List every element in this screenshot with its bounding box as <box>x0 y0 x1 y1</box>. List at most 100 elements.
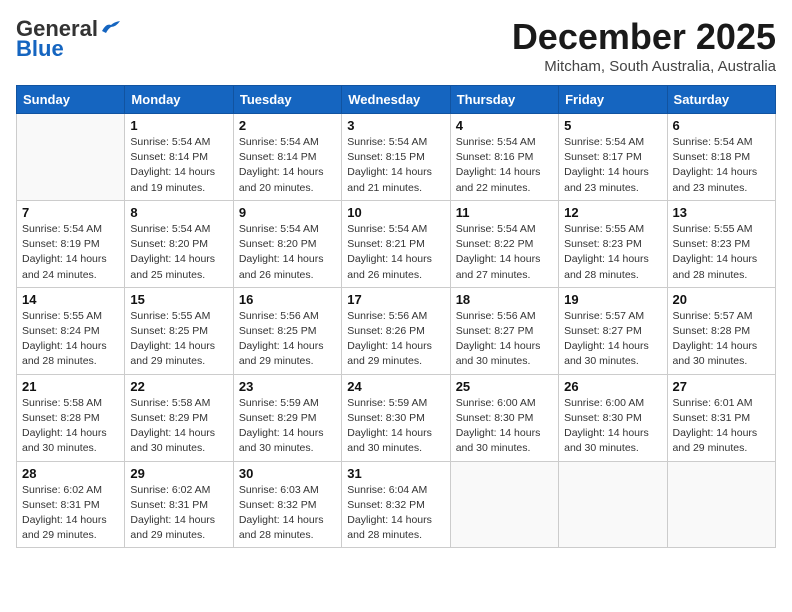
day-number: 8 <box>130 205 227 220</box>
day-number: 13 <box>673 205 770 220</box>
day-info: Sunrise: 5:54 AMSunset: 8:19 PMDaylight:… <box>22 222 119 283</box>
calendar-week-row: 28 Sunrise: 6:02 AMSunset: 8:31 PMDaylig… <box>17 461 776 548</box>
day-info: Sunrise: 5:58 AMSunset: 8:28 PMDaylight:… <box>22 396 119 457</box>
calendar-week-row: 21 Sunrise: 5:58 AMSunset: 8:28 PMDaylig… <box>17 374 776 461</box>
calendar-cell: 19 Sunrise: 5:57 AMSunset: 8:27 PMDaylig… <box>559 287 667 374</box>
day-number: 19 <box>564 292 661 307</box>
calendar-cell: 9 Sunrise: 5:54 AMSunset: 8:20 PMDayligh… <box>233 200 341 287</box>
day-info: Sunrise: 5:55 AMSunset: 8:23 PMDaylight:… <box>673 222 770 283</box>
day-info: Sunrise: 5:57 AMSunset: 8:27 PMDaylight:… <box>564 309 661 370</box>
day-info: Sunrise: 5:56 AMSunset: 8:27 PMDaylight:… <box>456 309 553 370</box>
day-info: Sunrise: 5:55 AMSunset: 8:25 PMDaylight:… <box>130 309 227 370</box>
calendar-cell: 27 Sunrise: 6:01 AMSunset: 8:31 PMDaylig… <box>667 374 775 461</box>
day-number: 4 <box>456 118 553 133</box>
header-saturday: Saturday <box>667 86 775 114</box>
calendar-cell: 5 Sunrise: 5:54 AMSunset: 8:17 PMDayligh… <box>559 114 667 201</box>
day-info: Sunrise: 5:54 AMSunset: 8:15 PMDaylight:… <box>347 135 444 196</box>
calendar-cell: 24 Sunrise: 5:59 AMSunset: 8:30 PMDaylig… <box>342 374 450 461</box>
day-info: Sunrise: 5:54 AMSunset: 8:22 PMDaylight:… <box>456 222 553 283</box>
calendar-cell: 2 Sunrise: 5:54 AMSunset: 8:14 PMDayligh… <box>233 114 341 201</box>
logo: General Blue <box>16 16 122 62</box>
day-info: Sunrise: 5:54 AMSunset: 8:21 PMDaylight:… <box>347 222 444 283</box>
day-number: 17 <box>347 292 444 307</box>
day-info: Sunrise: 6:01 AMSunset: 8:31 PMDaylight:… <box>673 396 770 457</box>
calendar-cell: 26 Sunrise: 6:00 AMSunset: 8:30 PMDaylig… <box>559 374 667 461</box>
header-wednesday: Wednesday <box>342 86 450 114</box>
day-number: 31 <box>347 466 444 481</box>
header-tuesday: Tuesday <box>233 86 341 114</box>
day-info: Sunrise: 5:57 AMSunset: 8:28 PMDaylight:… <box>673 309 770 370</box>
calendar-cell: 29 Sunrise: 6:02 AMSunset: 8:31 PMDaylig… <box>125 461 233 548</box>
logo-blue: Blue <box>16 36 64 62</box>
calendar-week-row: 1 Sunrise: 5:54 AMSunset: 8:14 PMDayligh… <box>17 114 776 201</box>
month-title: December 2025 <box>512 16 776 58</box>
day-number: 6 <box>673 118 770 133</box>
day-number: 22 <box>130 379 227 394</box>
day-number: 26 <box>564 379 661 394</box>
day-number: 7 <box>22 205 119 220</box>
calendar-cell: 21 Sunrise: 5:58 AMSunset: 8:28 PMDaylig… <box>17 374 125 461</box>
calendar-cell: 11 Sunrise: 5:54 AMSunset: 8:22 PMDaylig… <box>450 200 558 287</box>
calendar-cell: 7 Sunrise: 5:54 AMSunset: 8:19 PMDayligh… <box>17 200 125 287</box>
location-subtitle: Mitcham, South Australia, Australia <box>512 58 776 75</box>
day-number: 1 <box>130 118 227 133</box>
day-info: Sunrise: 5:54 AMSunset: 8:20 PMDaylight:… <box>130 222 227 283</box>
day-info: Sunrise: 5:54 AMSunset: 8:14 PMDaylight:… <box>130 135 227 196</box>
day-number: 5 <box>564 118 661 133</box>
day-number: 27 <box>673 379 770 394</box>
calendar-cell: 17 Sunrise: 5:56 AMSunset: 8:26 PMDaylig… <box>342 287 450 374</box>
calendar-cell: 8 Sunrise: 5:54 AMSunset: 8:20 PMDayligh… <box>125 200 233 287</box>
header-monday: Monday <box>125 86 233 114</box>
calendar-cell: 18 Sunrise: 5:56 AMSunset: 8:27 PMDaylig… <box>450 287 558 374</box>
day-info: Sunrise: 6:04 AMSunset: 8:32 PMDaylight:… <box>347 483 444 544</box>
day-info: Sunrise: 6:00 AMSunset: 8:30 PMDaylight:… <box>456 396 553 457</box>
day-info: Sunrise: 5:56 AMSunset: 8:26 PMDaylight:… <box>347 309 444 370</box>
day-info: Sunrise: 5:54 AMSunset: 8:18 PMDaylight:… <box>673 135 770 196</box>
day-info: Sunrise: 5:58 AMSunset: 8:29 PMDaylight:… <box>130 396 227 457</box>
calendar-cell: 1 Sunrise: 5:54 AMSunset: 8:14 PMDayligh… <box>125 114 233 201</box>
day-info: Sunrise: 5:55 AMSunset: 8:23 PMDaylight:… <box>564 222 661 283</box>
day-info: Sunrise: 5:54 AMSunset: 8:16 PMDaylight:… <box>456 135 553 196</box>
calendar-cell: 28 Sunrise: 6:02 AMSunset: 8:31 PMDaylig… <box>17 461 125 548</box>
day-info: Sunrise: 6:02 AMSunset: 8:31 PMDaylight:… <box>22 483 119 544</box>
calendar-cell: 13 Sunrise: 5:55 AMSunset: 8:23 PMDaylig… <box>667 200 775 287</box>
day-number: 12 <box>564 205 661 220</box>
day-number: 11 <box>456 205 553 220</box>
day-number: 25 <box>456 379 553 394</box>
calendar-cell: 6 Sunrise: 5:54 AMSunset: 8:18 PMDayligh… <box>667 114 775 201</box>
page-header: General Blue December 2025 Mitcham, Sout… <box>16 16 776 75</box>
day-number: 15 <box>130 292 227 307</box>
day-number: 30 <box>239 466 336 481</box>
calendar-table: Sunday Monday Tuesday Wednesday Thursday… <box>16 85 776 548</box>
day-number: 14 <box>22 292 119 307</box>
calendar-cell: 15 Sunrise: 5:55 AMSunset: 8:25 PMDaylig… <box>125 287 233 374</box>
day-info: Sunrise: 5:54 AMSunset: 8:20 PMDaylight:… <box>239 222 336 283</box>
day-info: Sunrise: 6:02 AMSunset: 8:31 PMDaylight:… <box>130 483 227 544</box>
day-number: 2 <box>239 118 336 133</box>
day-number: 10 <box>347 205 444 220</box>
day-number: 28 <box>22 466 119 481</box>
calendar-cell: 14 Sunrise: 5:55 AMSunset: 8:24 PMDaylig… <box>17 287 125 374</box>
calendar-cell: 22 Sunrise: 5:58 AMSunset: 8:29 PMDaylig… <box>125 374 233 461</box>
calendar-cell: 12 Sunrise: 5:55 AMSunset: 8:23 PMDaylig… <box>559 200 667 287</box>
day-number: 21 <box>22 379 119 394</box>
header-friday: Friday <box>559 86 667 114</box>
calendar-week-row: 7 Sunrise: 5:54 AMSunset: 8:19 PMDayligh… <box>17 200 776 287</box>
calendar-cell: 3 Sunrise: 5:54 AMSunset: 8:15 PMDayligh… <box>342 114 450 201</box>
calendar-cell <box>559 461 667 548</box>
day-info: Sunrise: 6:00 AMSunset: 8:30 PMDaylight:… <box>564 396 661 457</box>
calendar-cell: 16 Sunrise: 5:56 AMSunset: 8:25 PMDaylig… <box>233 287 341 374</box>
day-info: Sunrise: 5:55 AMSunset: 8:24 PMDaylight:… <box>22 309 119 370</box>
calendar-cell: 10 Sunrise: 5:54 AMSunset: 8:21 PMDaylig… <box>342 200 450 287</box>
calendar-cell: 20 Sunrise: 5:57 AMSunset: 8:28 PMDaylig… <box>667 287 775 374</box>
day-info: Sunrise: 6:03 AMSunset: 8:32 PMDaylight:… <box>239 483 336 544</box>
calendar-cell <box>450 461 558 548</box>
calendar-cell: 25 Sunrise: 6:00 AMSunset: 8:30 PMDaylig… <box>450 374 558 461</box>
header-thursday: Thursday <box>450 86 558 114</box>
day-number: 24 <box>347 379 444 394</box>
day-info: Sunrise: 5:54 AMSunset: 8:17 PMDaylight:… <box>564 135 661 196</box>
day-info: Sunrise: 5:59 AMSunset: 8:29 PMDaylight:… <box>239 396 336 457</box>
calendar-header-row: Sunday Monday Tuesday Wednesday Thursday… <box>17 86 776 114</box>
day-number: 29 <box>130 466 227 481</box>
day-number: 16 <box>239 292 336 307</box>
